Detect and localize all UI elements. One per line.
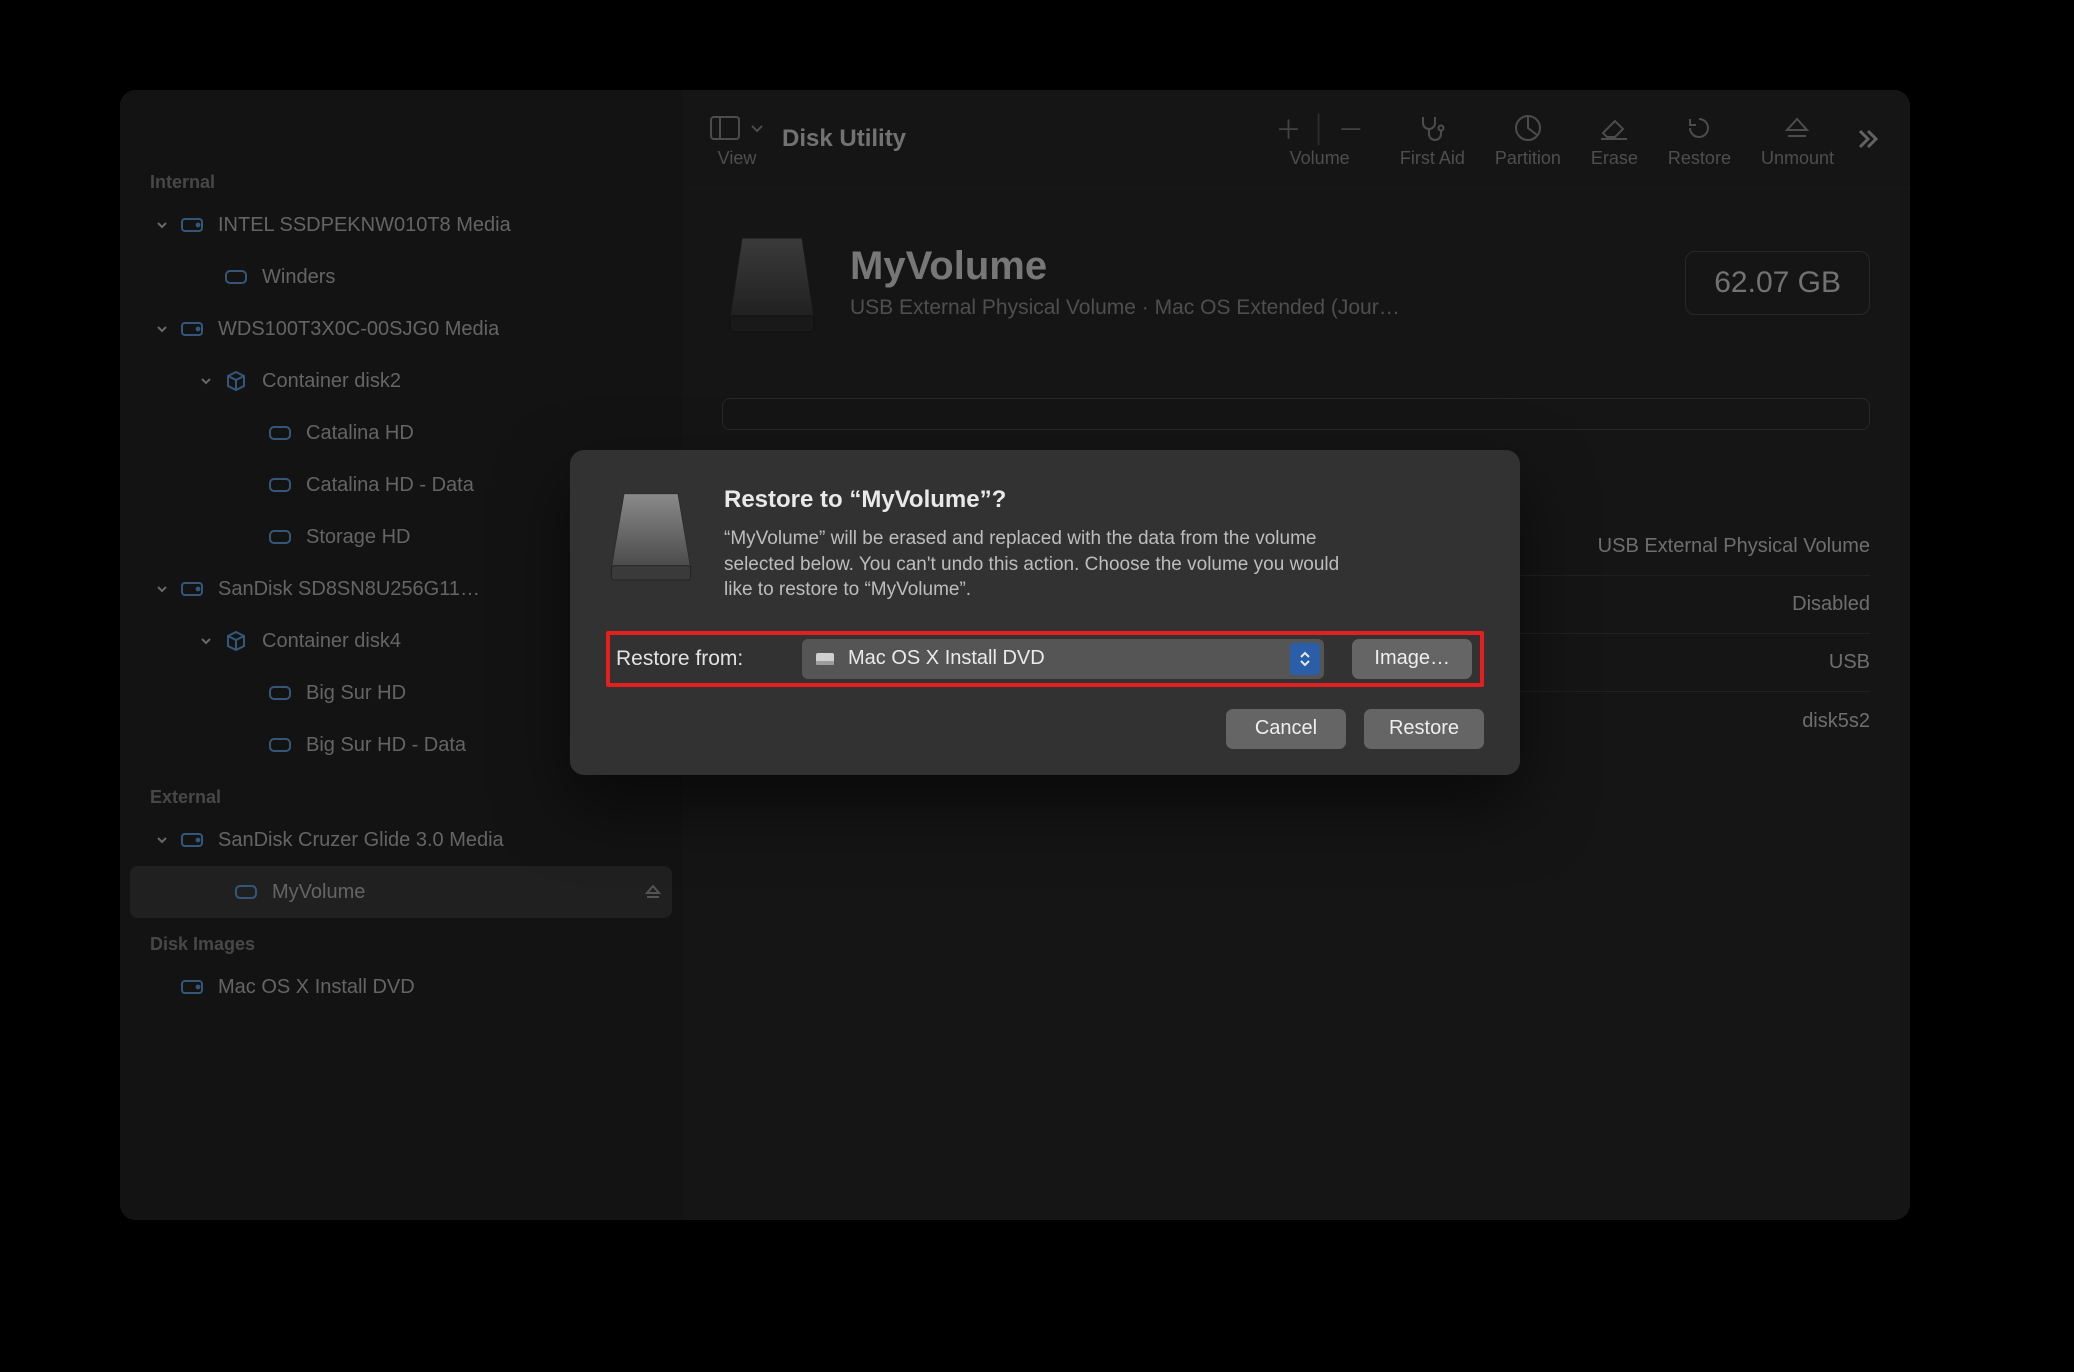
- sidebar-item[interactable]: INTEL SSDPEKNW010T8 Media: [120, 199, 682, 251]
- disk-icon: [176, 215, 208, 235]
- volume-icon: [230, 883, 262, 901]
- sidebar-item-label: Storage HD: [306, 526, 411, 549]
- volume-icon: [264, 424, 296, 442]
- toolbar-first-aid-label: First Aid: [1400, 148, 1465, 169]
- volume-icon: [220, 268, 252, 286]
- plus-icon: ＋: [1276, 110, 1302, 147]
- sidebar-item[interactable]: Container disk2: [120, 355, 682, 407]
- container-icon: [220, 370, 252, 392]
- disclosure-caret-icon: [148, 582, 176, 596]
- container-icon: [220, 630, 252, 652]
- volume-name: MyVolume: [850, 246, 1400, 286]
- restore-source-select[interactable]: Mac OS X Install DVD: [802, 639, 1324, 679]
- restore-source-value: Mac OS X Install DVD: [848, 647, 1045, 670]
- external-drive-icon: [606, 486, 696, 586]
- sidebar-item-label: WDS100T3X0C-00SJG0 Media: [218, 318, 499, 341]
- dialog-title: Restore to “MyVolume”?: [724, 486, 1364, 514]
- chevron-down-icon: [750, 121, 764, 135]
- disclosure-caret-icon: [148, 322, 176, 336]
- detail-value: USB External Physical Volume: [1598, 535, 1870, 558]
- volume-size-badge: 62.07 GB: [1685, 251, 1870, 315]
- sidebar-item-label: Catalina HD: [306, 422, 414, 445]
- disk-icon: [176, 319, 208, 339]
- restore-dialog: Restore to “MyVolume”? “MyVolume” will b…: [570, 450, 1520, 775]
- sidebar-item[interactable]: WDS100T3X0C-00SJG0 Media: [120, 303, 682, 355]
- disclosure-caret-icon: [148, 218, 176, 232]
- toolbar-overflow[interactable]: [1854, 125, 1882, 153]
- disk-icon: [176, 977, 208, 997]
- restore-icon: [1685, 114, 1713, 142]
- toolbar-erase[interactable]: Erase: [1591, 108, 1638, 169]
- toolbar-view[interactable]: View: [710, 108, 764, 169]
- eject-icon: [1783, 114, 1811, 142]
- minus-icon: －: [1338, 110, 1364, 147]
- volume-subtitle: USB External Physical Volume · Mac OS Ex…: [850, 296, 1400, 320]
- pie-icon: [1514, 114, 1542, 142]
- sidebar-item-label: Big Sur HD - Data: [306, 734, 466, 757]
- cancel-button[interactable]: Cancel: [1226, 709, 1346, 749]
- chevrons-right-icon: [1854, 125, 1882, 153]
- toolbar-unmount-label: Unmount: [1761, 148, 1834, 169]
- toolbar-unmount[interactable]: Unmount: [1761, 108, 1834, 169]
- toolbar-restore[interactable]: Restore: [1668, 108, 1731, 169]
- sidebar-item[interactable]: Winders: [120, 251, 682, 303]
- restore-from-label: Restore from:: [616, 647, 786, 671]
- volume-icon: [264, 736, 296, 754]
- sidebar-item-label: Winders: [262, 266, 335, 289]
- sidebar-item-label: Big Sur HD: [306, 682, 406, 705]
- sidebar-item-label: Container disk2: [262, 370, 401, 393]
- sidebar-item-label: SanDisk SD8SN8U256G11…: [218, 578, 480, 601]
- detail-value: Disabled: [1792, 593, 1870, 616]
- toolbar-first-aid[interactable]: First Aid: [1400, 108, 1465, 169]
- app-title: Disk Utility: [782, 125, 906, 153]
- toolbar-volume-label: Volume: [1290, 148, 1350, 169]
- external-drive-icon: [722, 228, 822, 338]
- detail-value: USB: [1829, 651, 1870, 674]
- usage-bar: [722, 398, 1870, 430]
- disclosure-caret-icon: [148, 833, 176, 847]
- sidebar-item[interactable]: SanDisk Cruzer Glide 3.0 Media: [120, 814, 682, 866]
- toolbar-partition-label: Partition: [1495, 148, 1561, 169]
- sidebar-item[interactable]: MyVolume: [130, 866, 672, 918]
- sidebar-item-label: Mac OS X Install DVD: [218, 976, 415, 999]
- disclosure-caret-icon: [192, 374, 220, 388]
- disk-icon: [176, 579, 208, 599]
- volume-icon: [264, 528, 296, 546]
- volume-icon: [814, 648, 836, 670]
- sidebar-item-label: Container disk4: [262, 630, 401, 653]
- sidebar-section-label: Disk Images: [120, 918, 682, 961]
- volume-icon: [264, 476, 296, 494]
- toolbar-volume[interactable]: ＋ │ － Volume: [1276, 108, 1364, 169]
- toolbar-partition[interactable]: Partition: [1495, 108, 1561, 169]
- volume-header: MyVolume USB External Physical Volume · …: [682, 188, 1910, 338]
- sidebar-item-label: SanDisk Cruzer Glide 3.0 Media: [218, 829, 504, 852]
- eject-icon[interactable]: [644, 883, 662, 901]
- erase-icon: [1599, 115, 1629, 141]
- restore-button[interactable]: Restore: [1364, 709, 1484, 749]
- image-button[interactable]: Image…: [1352, 639, 1472, 679]
- volume-icon: [264, 684, 296, 702]
- sidebar-item-label: MyVolume: [272, 881, 365, 904]
- sidebar-section-label: External: [120, 771, 682, 814]
- disclosure-caret-icon: [192, 634, 220, 648]
- sidebar-item-label: INTEL SSDPEKNW010T8 Media: [218, 214, 511, 237]
- stethoscope-icon: [1417, 114, 1447, 142]
- toolbar-view-label: View: [718, 148, 757, 169]
- sidebar-item[interactable]: Mac OS X Install DVD: [120, 961, 682, 1013]
- select-stepper-icon: [1290, 643, 1320, 675]
- restore-from-row: Restore from: Mac OS X Install DVD Image…: [606, 631, 1484, 687]
- toolbar-erase-label: Erase: [1591, 148, 1638, 169]
- disk-icon: [176, 830, 208, 850]
- dialog-text: “MyVolume” will be erased and replaced w…: [724, 526, 1364, 603]
- sidebar-toggle-icon: [710, 116, 740, 140]
- toolbar: View Disk Utility ＋ │ － Volume First Aid: [682, 90, 1910, 188]
- detail-value: disk5s2: [1802, 710, 1870, 733]
- sidebar-section-label: Internal: [120, 156, 682, 199]
- sidebar-item-label: Catalina HD - Data: [306, 474, 474, 497]
- toolbar-restore-label: Restore: [1668, 148, 1731, 169]
